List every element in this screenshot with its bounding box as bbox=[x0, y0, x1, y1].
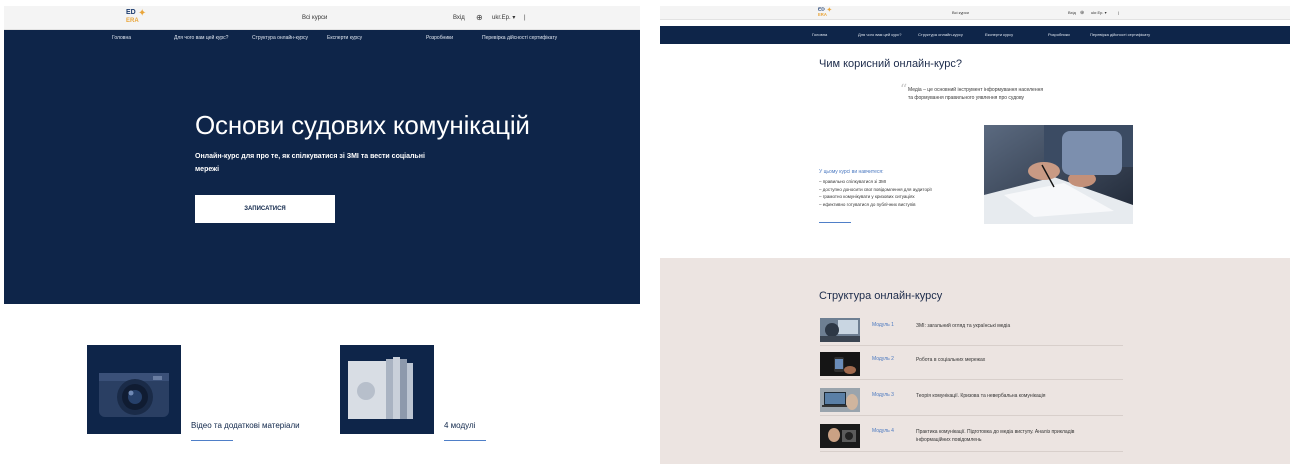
hero-section: Основи судових комунікацій Онлайн-курс д… bbox=[4, 46, 640, 304]
learn-item: – доступно доносити свої повідомлення дл… bbox=[819, 186, 932, 192]
modules-label[interactable]: 4 модулі bbox=[444, 421, 475, 430]
login-link[interactable]: Вхід bbox=[1068, 6, 1076, 20]
module-1-title: ЗМІ: загальний огляд та українські медіа bbox=[916, 323, 1011, 329]
logo-era-text: ERA bbox=[818, 13, 827, 18]
nav-item-home[interactable]: Головна bbox=[112, 30, 131, 46]
nav-item-experts[interactable]: Експерти курсу bbox=[327, 30, 362, 46]
modules-image bbox=[340, 345, 434, 434]
nav-item-structure[interactable]: Структура онлайн-курсу bbox=[252, 30, 308, 46]
top-bar: ED ✦ ERA Всі курси Вхід ⊕ ukr.Ер. ▾ | bbox=[660, 6, 1290, 20]
logo-ed-text: ED bbox=[818, 7, 825, 12]
module-1-thumbnail bbox=[820, 318, 860, 342]
learn-item: – ефективно готуватися до публічних вист… bbox=[819, 201, 916, 207]
nav-item-home[interactable]: Головна bbox=[812, 26, 827, 44]
module-3-title: Теорія комунікації. Кризова та невербаль… bbox=[916, 393, 1046, 399]
learn-list: – правильно спілкуватися зі ЗМІ – доступ… bbox=[819, 178, 932, 208]
all-courses-link[interactable]: Всі курси bbox=[302, 6, 327, 30]
globe-icon[interactable]: ⊕ bbox=[1080, 6, 1084, 20]
course-landing-left: ED ✦ ERA Всі курси Вхід ⊕ ukr.Ер. ▾ | Го… bbox=[4, 6, 640, 464]
video-materials-image bbox=[87, 345, 181, 434]
module-row[interactable]: Модуль 2 Робота в соціальних мережах bbox=[820, 350, 1123, 380]
nav-item-experts[interactable]: Експерти курсу bbox=[985, 26, 1013, 44]
module-2-title: Робота в соціальних мережах bbox=[916, 357, 986, 363]
nav-item-developers[interactable]: Розробники bbox=[1048, 26, 1070, 44]
learn-item: – грамотно комунікувати у кризових ситуа… bbox=[819, 194, 915, 199]
login-link[interactable]: Вхід bbox=[453, 6, 465, 30]
logo-ed-text: ED bbox=[126, 9, 136, 16]
logo-star-icon: ✦ bbox=[826, 6, 833, 14]
top-bar: ED ✦ ERA Всі курси Вхід ⊕ ukr.Ер. ▾ | bbox=[4, 6, 640, 30]
module-1-link[interactable]: Модуль 1 bbox=[872, 322, 894, 328]
module-row[interactable]: Модуль 1 ЗМІ: загальний огляд та українс… bbox=[820, 316, 1123, 346]
camera-icon bbox=[87, 345, 181, 434]
logo-star-icon: ✦ bbox=[138, 8, 147, 19]
topbar-separator: | bbox=[1118, 10, 1120, 15]
quote-icon: “ bbox=[900, 82, 908, 98]
video-materials-label[interactable]: Відео та додаткові матеріали bbox=[191, 421, 300, 430]
modules-underline bbox=[444, 440, 486, 441]
topbar-separator: | bbox=[524, 15, 526, 21]
nav-item-why[interactable]: Для чого вам цей курс? bbox=[858, 26, 902, 44]
why-underline bbox=[819, 222, 851, 223]
nav-item-structure[interactable]: Структура онлайн-курсу bbox=[918, 26, 963, 44]
hero-subtitle: Онлайн-курс для про те, як спілкуватися … bbox=[195, 153, 425, 173]
nav-item-certificate[interactable]: Перевірка дійсності сертифікату bbox=[482, 30, 557, 46]
language-select[interactable]: ukr.Ер. ▾ bbox=[1091, 6, 1107, 20]
books-icon bbox=[340, 345, 434, 434]
nav-item-why[interactable]: Для чого вам цей курс? bbox=[174, 30, 228, 46]
nav-item-certificate[interactable]: Перевірка дійсності сертифікату bbox=[1090, 26, 1150, 44]
module-row[interactable]: Модуль 4 Практика комунікації. Підготовк… bbox=[820, 422, 1123, 452]
module-4-title: Практика комунікації. Підготовка до меді… bbox=[916, 429, 1075, 443]
globe-icon[interactable]: ⊕ bbox=[476, 6, 483, 30]
module-2-link[interactable]: Модуль 2 bbox=[872, 356, 894, 362]
logo-era-text: ERA bbox=[126, 18, 139, 24]
structure-title: Структура онлайн-курсу bbox=[819, 290, 943, 302]
module-row[interactable]: Модуль 3 Теорія комунікації. Кризова та … bbox=[820, 386, 1123, 416]
enroll-button[interactable]: ЗАПИСАТИСЯ bbox=[195, 195, 335, 223]
edera-logo[interactable]: ED ✦ ERA bbox=[126, 9, 152, 27]
main-nav: Головна Для чого вам цей курс? Структура… bbox=[4, 30, 640, 46]
learn-item: – правильно спілкуватися зі ЗМІ bbox=[819, 179, 887, 184]
module-3-link[interactable]: Модуль 3 bbox=[872, 392, 894, 398]
structure-section: Структура онлайн-курсу Модуль 1 ЗМІ: заг… bbox=[660, 258, 1290, 464]
video-materials-underline bbox=[191, 440, 233, 441]
language-select[interactable]: ukr.Ер. ▾ bbox=[492, 6, 515, 30]
module-4-thumbnail bbox=[820, 424, 860, 448]
course-landing-right: ED ✦ ERA Всі курси Вхід ⊕ ukr.Ер. ▾ | Го… bbox=[660, 6, 1290, 464]
all-courses-link[interactable]: Всі курси bbox=[952, 6, 969, 20]
why-title: Чим корисний онлайн-курс? bbox=[819, 58, 962, 70]
signing-document-photo bbox=[984, 125, 1133, 224]
nav-item-developers[interactable]: Розробники bbox=[426, 30, 453, 46]
learn-list-title: У цьому курсі ви навчитеся: bbox=[819, 169, 884, 175]
module-4-link[interactable]: Модуль 4 bbox=[872, 428, 894, 434]
module-2-thumbnail bbox=[820, 352, 860, 376]
main-nav: Головна Для чого вам цей курс? Структура… bbox=[660, 26, 1290, 44]
module-3-thumbnail bbox=[820, 388, 860, 412]
quote-text: Медіа – це основний інструмент інформува… bbox=[908, 87, 1044, 101]
hero-title: Основи судових комунікацій bbox=[195, 110, 530, 140]
edera-logo[interactable]: ED ✦ ERA bbox=[818, 7, 836, 20]
